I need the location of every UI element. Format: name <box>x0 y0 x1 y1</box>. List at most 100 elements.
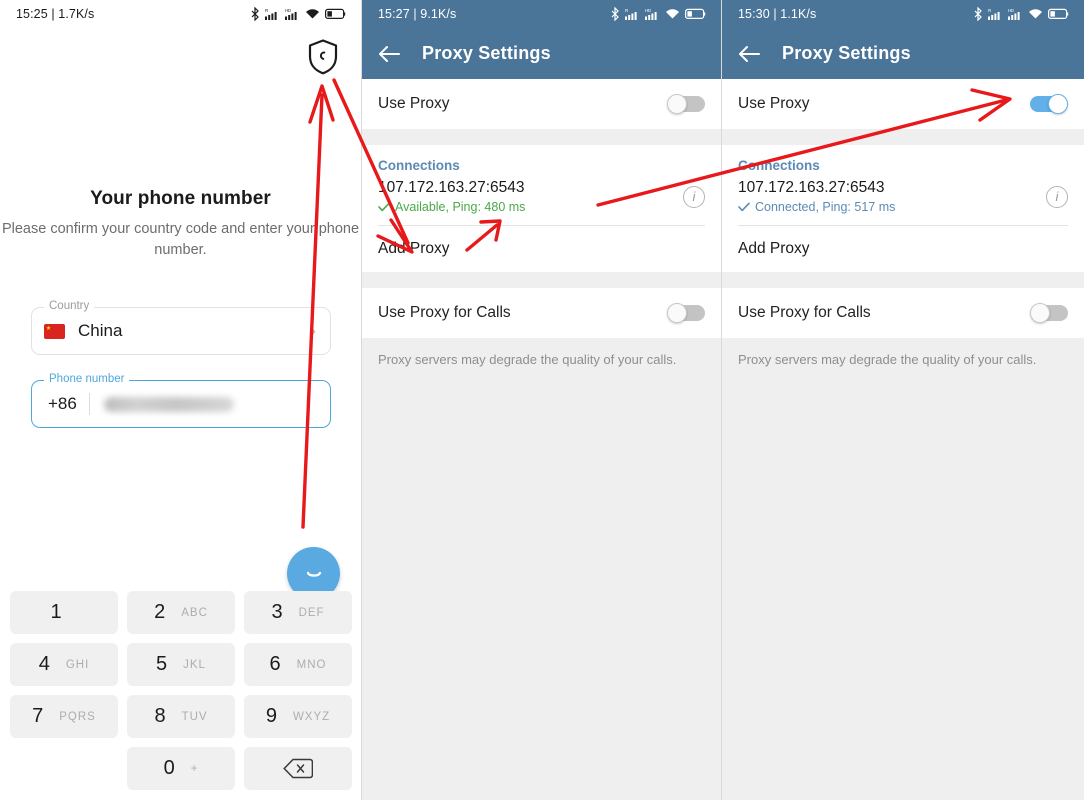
connection-address: 107.172.163.27:6543 <box>738 179 885 196</box>
phone-number-field[interactable]: Phone number +86 <box>31 373 331 428</box>
status-bar-right: 15:30 | 1.1K/s R HD <box>722 0 1084 28</box>
connection-item[interactable]: 107.172.163.27:6543 Available, Ping: 480… <box>362 179 721 225</box>
connections-title: Connections <box>738 158 820 173</box>
connection-status: Available, Ping: 480 ms <box>378 200 525 214</box>
connections-title: Connections <box>378 158 460 173</box>
info-icon[interactable]: i <box>1046 185 1068 208</box>
status-bar-left: 15:25 | 1.7K/s R HD <box>0 0 361 28</box>
phone-number-body: Your phone number Please confirm your co… <box>0 28 361 800</box>
svg-text:R: R <box>625 8 629 13</box>
wifi-icon <box>306 9 319 19</box>
app-bar-title: Proxy Settings <box>782 43 911 63</box>
check-icon <box>378 202 390 212</box>
key-0[interactable]: 0 + <box>127 747 235 790</box>
back-arrow-icon[interactable] <box>738 45 760 63</box>
country-value: China <box>78 321 123 340</box>
use-proxy-label: Use Proxy <box>378 95 450 112</box>
key-digit: 2 <box>154 601 166 623</box>
phone-number-input-redacted[interactable] <box>103 396 234 412</box>
use-proxy-toggle[interactable] <box>1030 94 1068 114</box>
row-use-proxy-for-calls[interactable]: Use Proxy for Calls <box>722 288 1084 338</box>
key-digit: 9 <box>265 705 277 727</box>
key-letters: + <box>190 762 199 775</box>
key-letters: PQRS <box>59 710 96 723</box>
status-bar-clock: 15:27 | 9.1K/s <box>378 7 457 21</box>
shield-call-icon[interactable] <box>307 38 339 81</box>
use-proxy-calls-toggle[interactable] <box>667 303 705 323</box>
key-2[interactable]: 2 ABC <box>127 591 235 634</box>
back-arrow-icon[interactable] <box>378 45 400 63</box>
add-proxy-label: Add Proxy <box>738 240 810 257</box>
key-9[interactable]: 9 WXYZ <box>244 695 352 738</box>
app-bar-title: Proxy Settings <box>422 43 551 63</box>
key-6[interactable]: 6 MNO <box>244 643 352 686</box>
screenshot-collage: 15:25 | 1.7K/s R HD Your phone number Pl… <box>0 0 1084 800</box>
signal-hd-icon: HD <box>645 8 657 20</box>
connection-status: Connected, Ping: 517 ms <box>738 200 895 214</box>
use-proxy-calls-label: Use Proxy for Calls <box>378 304 511 321</box>
info-icon[interactable]: i <box>683 185 705 208</box>
dial-keypad[interactable]: 1 2 ABC 3 DEF 4 GHI 5 JKL 6 MNO 7 PQRS 8… <box>0 583 361 800</box>
connection-status-text: Available, Ping: 480 ms <box>395 200 526 214</box>
key-letters: WXYZ <box>292 710 331 723</box>
backspace-icon <box>283 758 313 779</box>
row-use-proxy[interactable]: Use Proxy <box>722 79 1084 129</box>
key-3[interactable]: 3 DEF <box>244 591 352 634</box>
title-block: Your phone number Please confirm your co… <box>0 188 361 261</box>
signal-hd-icon: HD <box>285 8 297 20</box>
add-proxy-label: Add Proxy <box>378 240 450 257</box>
section-gap <box>722 129 1084 145</box>
svg-text:R: R <box>988 8 992 13</box>
page-title: Your phone number <box>90 188 271 209</box>
connections-section: Connections 107.172.163.27:6543 Connecte… <box>722 145 1084 272</box>
key-digit: 8 <box>154 705 166 727</box>
row-add-proxy[interactable]: Add Proxy <box>722 226 1084 272</box>
app-bar-mid: Proxy Settings <box>362 28 721 79</box>
key-7[interactable]: 7 PQRS <box>10 695 118 738</box>
svg-text:HD: HD <box>285 8 291 13</box>
app-bar-right: Proxy Settings <box>722 28 1084 79</box>
key-digit: 0 <box>163 757 175 779</box>
key-backspace[interactable] <box>244 747 352 790</box>
status-bar-clock: 15:30 | 1.1K/s <box>738 7 817 21</box>
battery-icon <box>1048 8 1069 19</box>
phone-number-field-label: Phone number <box>44 373 130 385</box>
status-bar-icons: R HD <box>974 7 1070 21</box>
calls-footnote: Proxy servers may degrade the quality of… <box>738 352 1037 367</box>
key-digit: 4 <box>38 653 50 675</box>
connections-section: Connections 107.172.163.27:6543 Availabl… <box>362 145 721 272</box>
key-blank <box>10 747 118 790</box>
section-gap <box>722 272 1084 288</box>
key-8[interactable]: 8 TUV <box>127 695 235 738</box>
screen-proxy-settings-off: 15:27 | 9.1K/s R HD Proxy Settings Use P… <box>362 0 722 800</box>
wifi-icon <box>666 9 679 19</box>
connection-item[interactable]: 107.172.163.27:6543 Connected, Ping: 517… <box>722 179 1084 225</box>
key-letters: DEF <box>298 606 325 619</box>
key-5[interactable]: 5 JKL <box>127 643 235 686</box>
key-letters: JKL <box>183 658 206 671</box>
key-digit: 3 <box>271 601 283 623</box>
key-4[interactable]: 4 GHI <box>10 643 118 686</box>
app-bar-container-right: 15:30 | 1.1K/s R HD Proxy Settings <box>722 0 1084 79</box>
key-1[interactable]: 1 <box>10 591 118 634</box>
key-digit: 5 <box>156 653 168 675</box>
row-use-proxy-for-calls[interactable]: Use Proxy for Calls <box>362 288 721 338</box>
flag-china-icon <box>44 323 65 339</box>
bluetooth-icon <box>974 7 982 21</box>
app-bar-container-mid: 15:27 | 9.1K/s R HD Proxy Settings <box>362 0 721 79</box>
bluetooth-icon <box>611 7 619 21</box>
row-use-proxy[interactable]: Use Proxy <box>362 79 721 129</box>
status-bar-icons: R HD <box>251 7 347 21</box>
connection-text: 107.172.163.27:6543 Connected, Ping: 517… <box>738 179 895 214</box>
chevron-right-icon[interactable]: › <box>310 321 318 341</box>
screen-proxy-settings-on: 15:30 | 1.1K/s R HD Proxy Settings Use P… <box>722 0 1084 800</box>
row-add-proxy[interactable]: Add Proxy <box>362 226 721 272</box>
use-proxy-toggle[interactable] <box>667 94 705 114</box>
proxy-settings-body-mid: Use Proxy Connections 107.172.163.27:654… <box>362 79 721 800</box>
use-proxy-calls-toggle[interactable] <box>1030 303 1068 323</box>
wifi-icon <box>1029 9 1042 19</box>
battery-icon <box>325 8 346 19</box>
connection-status-text: Connected, Ping: 517 ms <box>755 200 896 214</box>
check-icon <box>738 202 750 212</box>
country-field[interactable]: Country China › <box>31 300 331 355</box>
